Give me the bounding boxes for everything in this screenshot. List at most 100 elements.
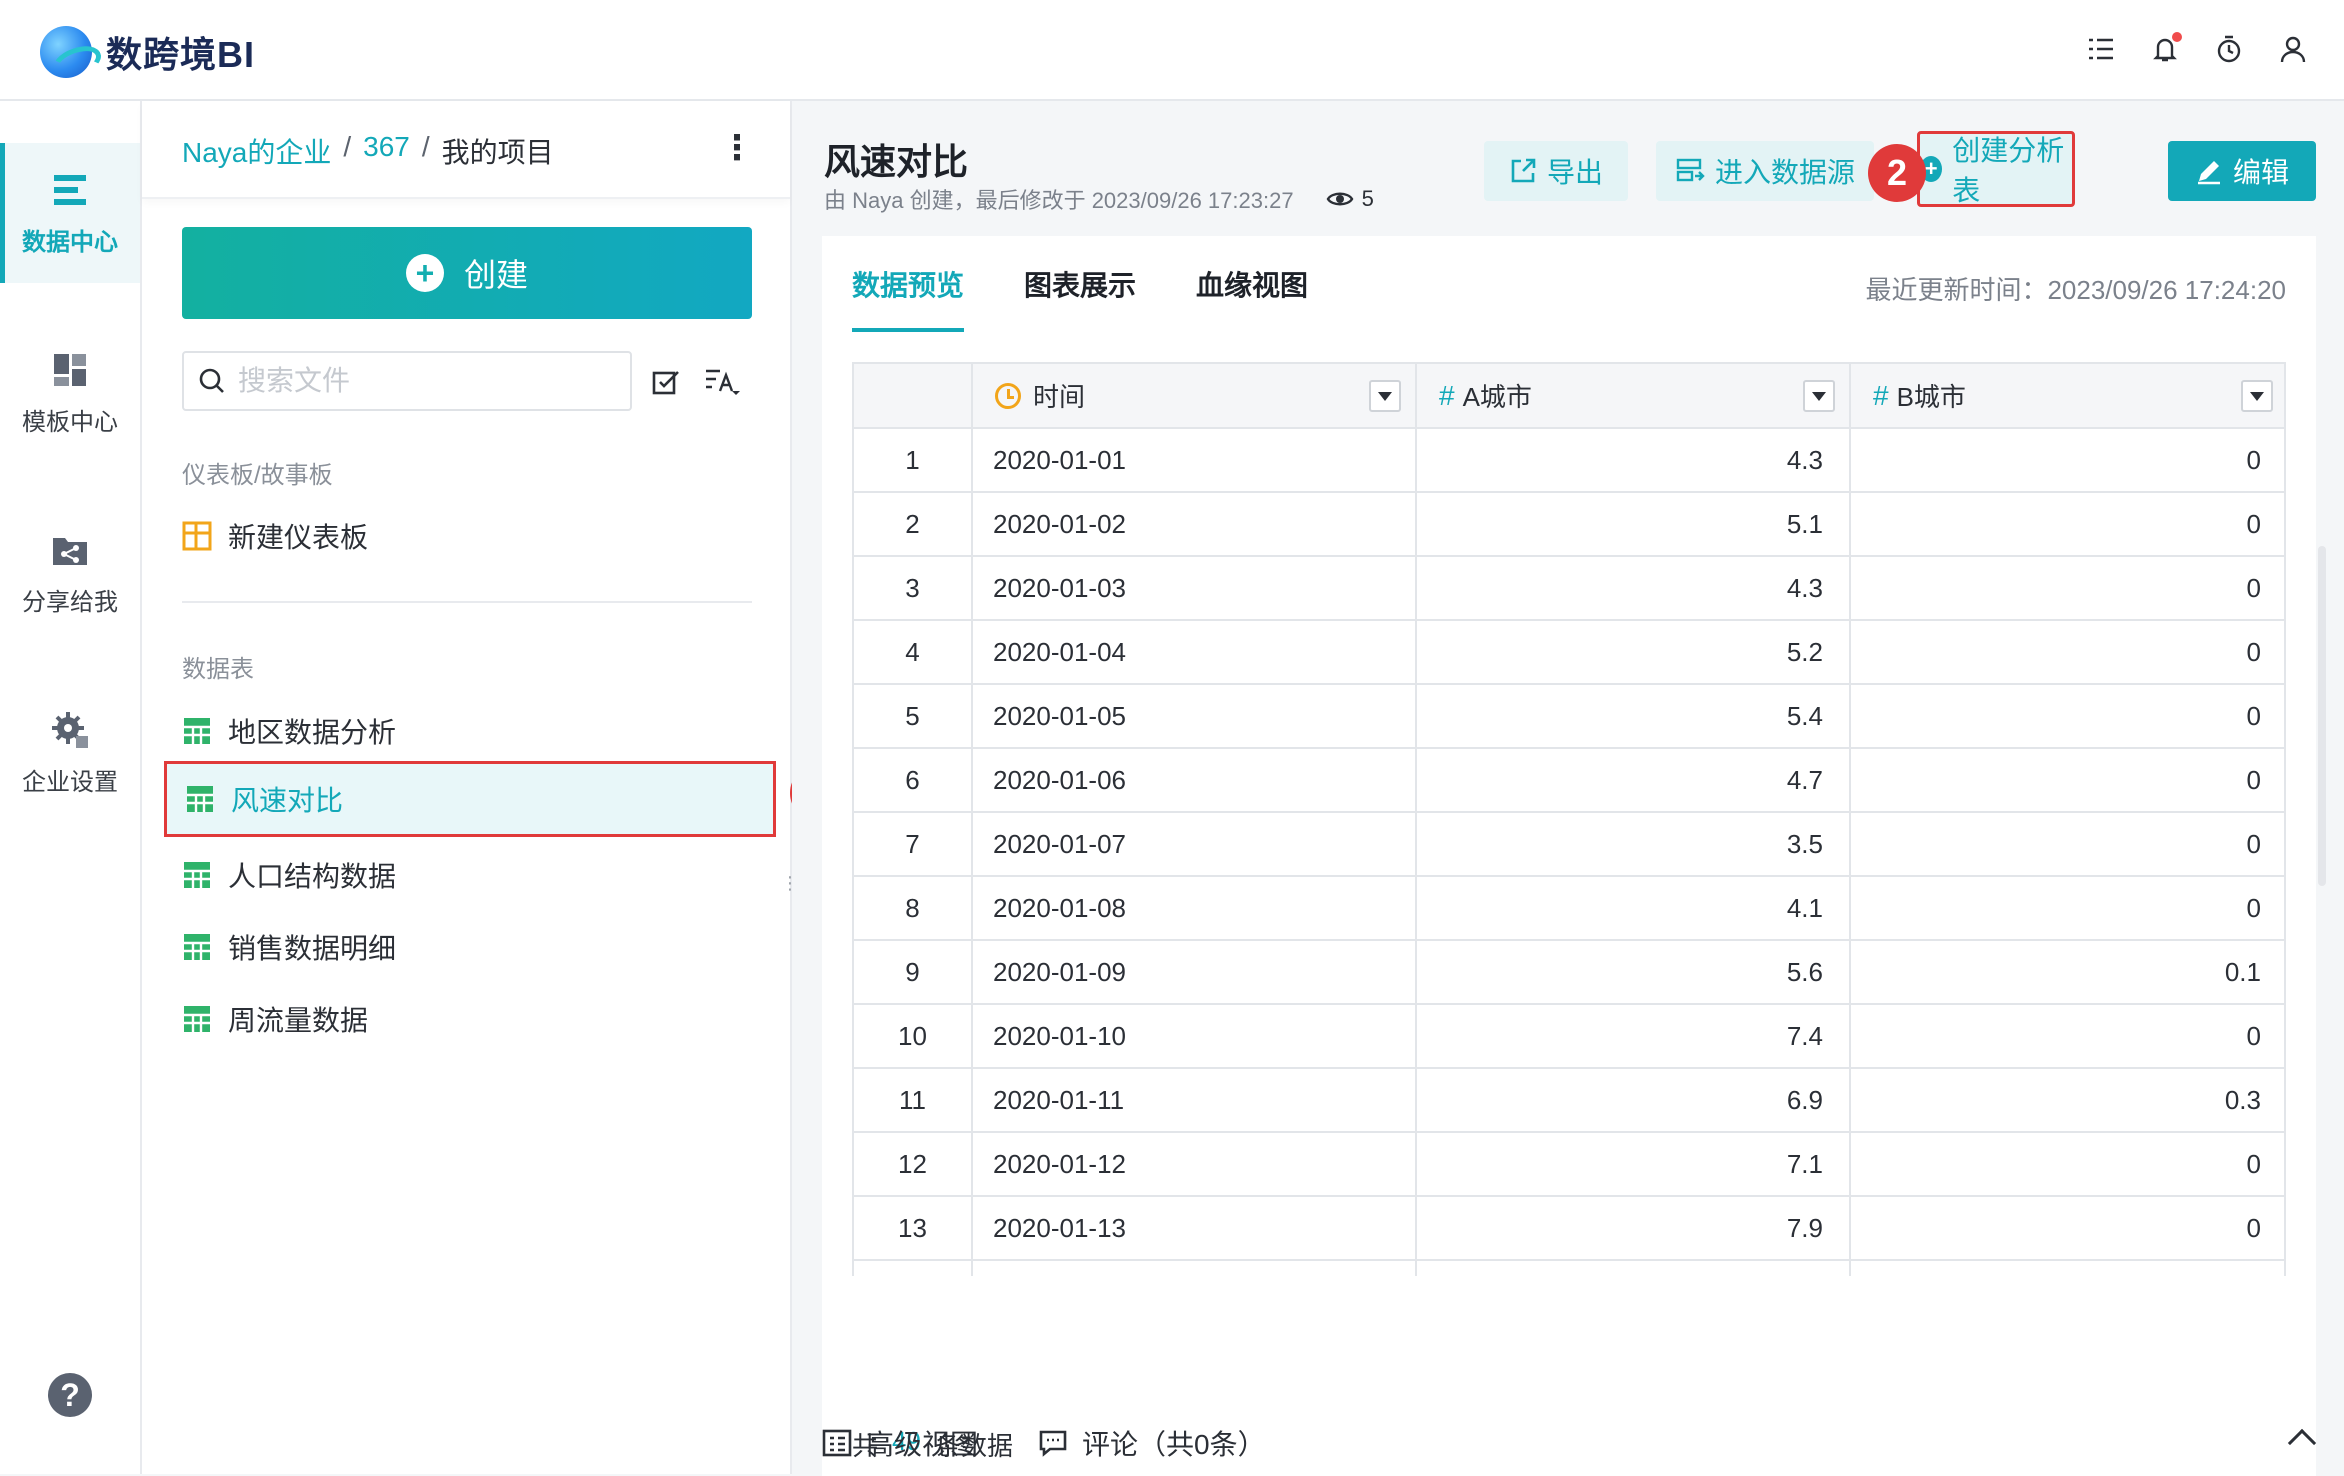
table-row[interactable]: 2 2020-01-02 5.1 0 xyxy=(854,492,2284,557)
table-icon xyxy=(184,862,210,888)
file-item-table[interactable]: 销售数据明细 xyxy=(182,917,752,977)
create-button[interactable]: + 创建 xyxy=(182,227,752,319)
advanced-view-icon xyxy=(822,1429,852,1457)
table-row[interactable]: 6 2020-01-06 4.7 0 xyxy=(854,748,2284,813)
table-row[interactable]: 9 2020-01-09 5.6 0.1 xyxy=(854,940,2284,1005)
search-icon xyxy=(199,368,224,393)
city-b-cell: 0 xyxy=(1850,684,2284,749)
time-cell: 2020-01-09 xyxy=(972,940,1417,1005)
comments-label: 评论（共0条） xyxy=(1082,1429,1266,1460)
task-list-icon[interactable] xyxy=(2086,32,2116,66)
timer-icon[interactable] xyxy=(2214,32,2244,66)
data-table: 时间 # A城市 # B城市 1 2020-01-01 4.3 0 2 2020- xyxy=(854,364,2284,1276)
comments-button[interactable]: 评论（共0条） xyxy=(1038,1423,1266,1463)
view-count-value: 5 xyxy=(1361,186,1374,211)
file-item-table-selected[interactable]: 风速对比 xyxy=(164,761,776,837)
row-index-header xyxy=(854,364,973,429)
city-a-cell: 3.5 xyxy=(1416,812,1851,877)
bottom-bar: 高级视图 评论（共0条） xyxy=(822,1413,2317,1473)
city-b-cell: 0 xyxy=(1850,428,2284,493)
plus-icon: + xyxy=(405,254,444,292)
table-icon xyxy=(184,934,210,960)
table-row[interactable]: 11 2020-01-11 6.9 0.3 xyxy=(854,1068,2284,1133)
rail-item-data-center[interactable]: 数据中心 xyxy=(0,143,140,283)
column-header-city-b[interactable]: # B城市 xyxy=(1850,364,2284,429)
app-logo[interactable]: 数跨境BI xyxy=(40,26,255,78)
rail-item-shared-with-me[interactable]: 分享给我 xyxy=(0,503,140,643)
batch-select-icon[interactable] xyxy=(648,363,684,399)
table-row[interactable]: 8 2020-01-08 4.1 0 xyxy=(854,876,2284,941)
city-b-cell: 0 xyxy=(1850,812,2284,877)
column-menu-button[interactable] xyxy=(1369,380,1401,412)
main-content: 风速对比 由 Naya 创建，最后修改于 2023/09/26 17:23:27… xyxy=(792,101,2344,1476)
create-analysis-table-button[interactable]: + 创建分析表 xyxy=(1917,131,2075,207)
table-row[interactable]: 10 2020-01-10 7.4 0 xyxy=(854,1004,2284,1069)
column-header-time[interactable]: 时间 xyxy=(972,364,1417,429)
empty-cell xyxy=(1416,1260,1851,1276)
rail-label: 分享给我 xyxy=(22,588,118,616)
breadcrumb-folder[interactable]: 367 xyxy=(363,131,410,171)
time-cell: 2020-01-10 xyxy=(972,1004,1417,1069)
eye-icon xyxy=(1326,192,1353,206)
table-row[interactable]: 3 2020-01-03 4.3 0 xyxy=(854,556,2284,621)
empty-cell xyxy=(972,1260,1417,1276)
row-index-cell: 7 xyxy=(854,812,973,877)
breadcrumb: Naya的企业 / 367 / 我的项目 xyxy=(182,131,554,171)
table-scrollbar[interactable] xyxy=(2318,546,2326,886)
comment-icon xyxy=(1039,1430,1067,1457)
advanced-view-button[interactable]: 高级视图 xyxy=(822,1423,978,1463)
edit-pencil-icon xyxy=(2197,161,2220,185)
table-row[interactable]: 12 2020-01-12 7.1 0 xyxy=(854,1132,2284,1197)
chevron-up-icon[interactable] xyxy=(2287,1428,2317,1458)
view-tabs: 数据预览 图表展示 血缘视图 xyxy=(852,236,1308,332)
file-item-dashboard[interactable]: 新建仪表板 xyxy=(182,506,752,566)
city-a-cell: 5.1 xyxy=(1416,492,1851,557)
bell-icon[interactable] xyxy=(2150,32,2182,66)
file-item-label: 人口结构数据 xyxy=(228,861,397,892)
column-menu-button[interactable] xyxy=(2241,380,2273,412)
help-icon[interactable]: ? xyxy=(48,1373,92,1417)
table-row[interactable]: 1 2020-01-01 4.3 0 xyxy=(854,428,2284,493)
tab-data-preview[interactable]: 数据预览 xyxy=(852,236,965,332)
number-type-icon: # xyxy=(1873,379,1889,411)
file-item-label: 新建仪表板 xyxy=(228,522,369,553)
advanced-view-label: 高级视图 xyxy=(866,1429,979,1460)
edit-button[interactable]: 编辑 xyxy=(2168,141,2316,201)
row-index-cell: 9 xyxy=(854,940,973,1005)
time-cell: 2020-01-11 xyxy=(972,1068,1417,1133)
search-input[interactable] xyxy=(238,365,618,397)
sort-icon[interactable] xyxy=(704,363,740,399)
panel-resize-handle[interactable]: ⋮ xyxy=(781,874,799,892)
table-row[interactable]: 7 2020-01-07 3.5 0 xyxy=(854,812,2284,877)
table-row[interactable]: 5 2020-01-05 5.4 0 xyxy=(854,684,2284,749)
top-actions xyxy=(2086,32,2308,66)
city-b-cell: 0 xyxy=(1850,492,2284,557)
rail-item-enterprise-settings[interactable]: 企业设置 xyxy=(0,683,140,823)
enter-data-source-button[interactable]: 进入数据源 xyxy=(1656,141,1874,201)
row-index-cell: 11 xyxy=(854,1068,973,1133)
city-a-cell: 4.3 xyxy=(1416,556,1851,621)
user-icon[interactable] xyxy=(2278,32,2308,66)
app-name: 数跨境BI xyxy=(106,34,256,75)
column-menu-button[interactable] xyxy=(1803,380,1835,412)
table-row[interactable]: 4 2020-01-04 5.2 0 xyxy=(854,620,2284,685)
file-item-table[interactable]: 地区数据分析 xyxy=(182,701,752,761)
file-item-table[interactable]: 人口结构数据 xyxy=(182,845,752,905)
city-a-cell: 5.6 xyxy=(1416,940,1851,1005)
table-row[interactable]: 13 2020-01-13 7.9 0 xyxy=(854,1196,2284,1261)
tab-chart-display[interactable]: 图表展示 xyxy=(1024,236,1136,332)
more-options-button[interactable]: ⋮ xyxy=(720,131,754,165)
breadcrumb-org[interactable]: Naya的企业 xyxy=(182,131,331,171)
export-button[interactable]: 导出 xyxy=(1484,141,1628,201)
rail-item-template-center[interactable]: 模板中心 xyxy=(0,323,140,463)
file-item-table[interactable]: 周流量数据 xyxy=(182,989,752,1049)
dashboard-icon xyxy=(182,521,212,551)
time-cell: 2020-01-03 xyxy=(972,556,1417,621)
time-cell: 2020-01-04 xyxy=(972,620,1417,685)
tab-lineage-view[interactable]: 血缘视图 xyxy=(1196,236,1308,332)
column-header-city-a[interactable]: # A城市 xyxy=(1416,364,1851,429)
template-icon xyxy=(50,350,90,390)
city-b-cell: 0.1 xyxy=(1850,940,2284,1005)
time-cell: 2020-01-07 xyxy=(972,812,1417,877)
city-a-cell: 4.1 xyxy=(1416,876,1851,941)
